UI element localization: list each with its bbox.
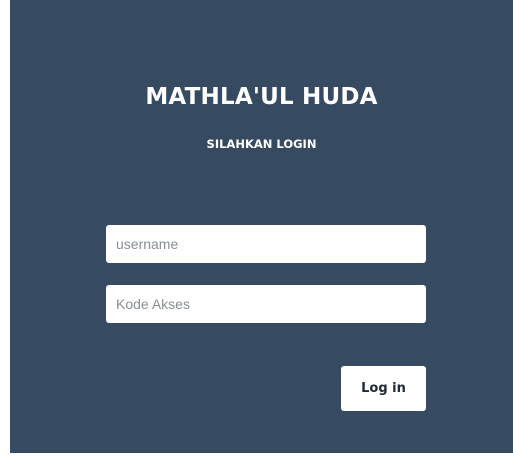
login-button[interactable]: Log in	[341, 366, 426, 411]
login-panel: MATHLA'UL HUDA SILAHKAN LOGIN Log in	[10, 0, 513, 453]
app-title: MATHLA'UL HUDA	[145, 84, 378, 110]
username-input[interactable]	[106, 225, 426, 263]
login-subtitle: SILAHKAN LOGIN	[206, 137, 317, 151]
access-code-input[interactable]	[106, 285, 426, 323]
